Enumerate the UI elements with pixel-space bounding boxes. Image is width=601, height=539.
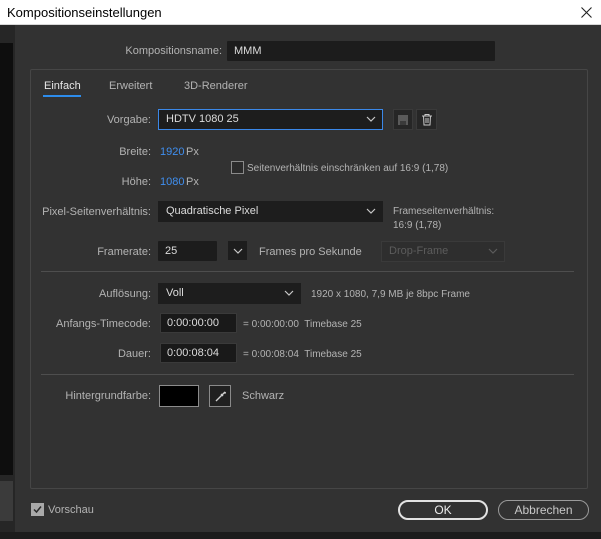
frame-aspect-value: 16:9 (1,78) xyxy=(393,220,442,231)
duration-label: Dauer: xyxy=(117,348,151,360)
chevron-down-icon xyxy=(366,116,376,122)
preview-checkbox[interactable] xyxy=(31,503,44,516)
close-icon xyxy=(580,7,592,18)
pixel-aspect-dropdown[interactable]: Quadratische Pixel xyxy=(158,201,383,222)
chevron-down-icon xyxy=(366,208,376,214)
title-bar: Kompositionseinstellungen xyxy=(0,0,601,25)
framerate-unit: Frames pro Sekunde xyxy=(259,246,362,258)
duration-info: = 0:00:08:04 Timebase 25 xyxy=(243,349,362,360)
background-app-bottom xyxy=(0,532,601,539)
drop-frame-dropdown[interactable]: Drop-Frame xyxy=(381,241,505,262)
checkmark-icon xyxy=(33,506,42,514)
framerate-input[interactable]: 25 xyxy=(158,241,217,261)
resolution-label: Auflösung: xyxy=(99,288,151,300)
resolution-value: Voll xyxy=(166,287,184,299)
close-button[interactable] xyxy=(571,0,601,25)
background-color-swatch[interactable] xyxy=(159,385,199,407)
chevron-down-icon xyxy=(488,248,498,254)
background-color-label: Hintergrundfarbe: xyxy=(65,390,151,402)
tab-3d-renderer[interactable]: 3D-Renderer xyxy=(184,80,248,92)
save-preset-button[interactable] xyxy=(393,109,413,130)
save-preset-icon xyxy=(398,114,408,125)
settings-panel xyxy=(30,69,588,489)
start-timecode-info: = 0:00:00:00 Timebase 25 xyxy=(243,319,362,330)
composition-settings-dialog: Kompositionseinstellungen Kompositionsna… xyxy=(0,0,601,539)
width-value[interactable]: 1920 xyxy=(160,146,184,158)
width-unit: Px xyxy=(186,146,199,158)
framerate-menu-button[interactable] xyxy=(228,241,247,260)
lock-aspect-label: Seitenverhältnis einschränken auf 16:9 (… xyxy=(247,163,449,174)
eyedropper-icon xyxy=(215,391,226,401)
lock-aspect-checkbox[interactable] xyxy=(231,161,244,174)
pixel-aspect-label: Pixel-Seitenverhältnis: xyxy=(42,206,151,218)
window-title: Kompositionseinstellungen xyxy=(7,5,162,20)
preset-value: HDTV 1080 25 xyxy=(166,113,239,125)
start-timecode-input[interactable]: 0:00:00:00 xyxy=(160,313,237,333)
width-label: Breite: xyxy=(119,146,151,158)
composition-name-input[interactable]: MMM xyxy=(227,41,495,61)
trash-icon xyxy=(421,114,432,126)
background-app-viewer xyxy=(0,43,13,475)
resolution-dropdown[interactable]: Voll xyxy=(158,283,301,304)
frame-aspect-label: Frameseitenverhältnis: xyxy=(393,206,495,217)
framerate-label: Framerate: xyxy=(97,246,151,258)
height-value[interactable]: 1080 xyxy=(160,176,184,188)
drop-frame-value: Drop-Frame xyxy=(389,245,449,257)
background-color-name: Schwarz xyxy=(242,390,285,402)
tab-einfach[interactable]: Einfach xyxy=(44,80,81,92)
delete-preset-button[interactable] xyxy=(416,109,437,130)
composition-name-label: Kompositionsname: xyxy=(125,45,222,57)
background-app-panel xyxy=(0,481,13,521)
preset-dropdown[interactable]: HDTV 1080 25 xyxy=(158,109,383,130)
resolution-info: 1920 x 1080, 7,9 MB je 8bpc Frame xyxy=(311,289,470,300)
chevron-down-icon xyxy=(233,248,242,254)
tab-erweitert[interactable]: Erweitert xyxy=(109,80,152,92)
preset-label: Vorgabe: xyxy=(106,114,151,126)
separator xyxy=(41,271,574,272)
start-timecode-label: Anfangs-Timecode: xyxy=(56,318,151,330)
ok-button[interactable]: OK xyxy=(398,500,488,520)
duration-input[interactable]: 0:00:08:04 xyxy=(160,343,237,363)
height-label: Höhe: xyxy=(121,176,151,188)
chevron-down-icon xyxy=(284,290,294,296)
height-unit: Px xyxy=(186,176,199,188)
preview-label: Vorschau xyxy=(48,504,94,516)
separator xyxy=(41,374,574,375)
cancel-button[interactable]: Abbrechen xyxy=(498,500,589,520)
eyedropper-button[interactable] xyxy=(209,385,231,407)
background-app-strip xyxy=(0,25,15,539)
active-tab-indicator xyxy=(43,95,81,97)
pixel-aspect-value: Quadratische Pixel xyxy=(166,205,259,217)
